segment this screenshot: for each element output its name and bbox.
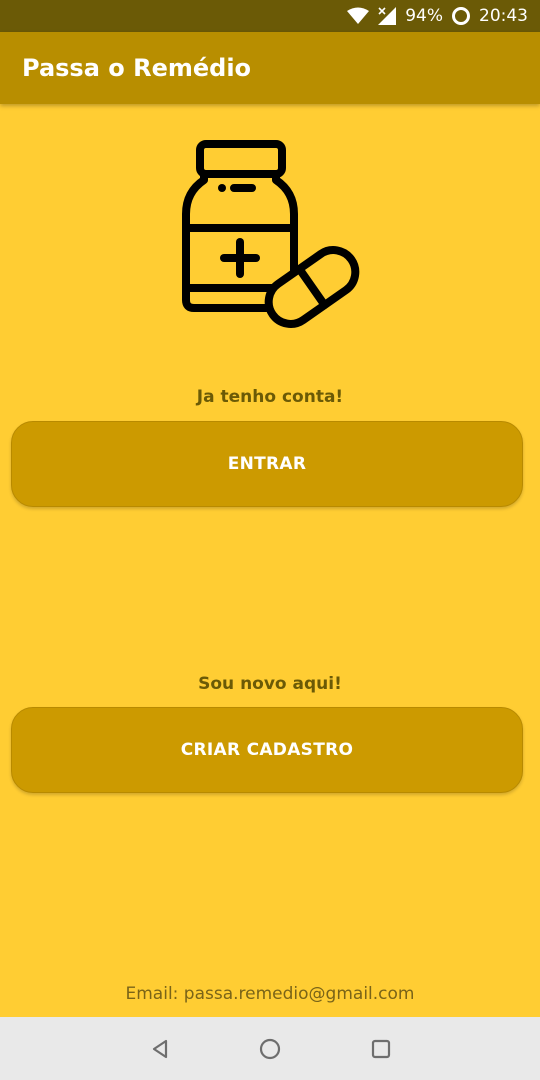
wifi-icon xyxy=(347,7,370,25)
criar-cadastro-button[interactable]: CRIAR CADASTRO xyxy=(11,707,523,793)
signup-section-label: Sou novo aqui! xyxy=(198,674,342,694)
navigation-bar xyxy=(0,1017,540,1080)
battery-icon xyxy=(451,6,471,26)
app-bar: Passa o Remédio xyxy=(0,32,540,104)
home-icon[interactable] xyxy=(258,1037,282,1061)
battery-percent: 94% xyxy=(405,5,443,26)
cell-signal-icon xyxy=(377,6,397,26)
recent-apps-icon[interactable] xyxy=(369,1037,393,1061)
medicine-bottle-pill-icon xyxy=(180,140,360,330)
app-screen: 94% 20:43 Passa o Remédio Ja tenho conta… xyxy=(0,0,540,1080)
back-icon[interactable] xyxy=(148,1037,172,1061)
status-time: 20:43 xyxy=(479,5,528,26)
status-bar: 94% 20:43 xyxy=(0,0,540,32)
entrar-button[interactable]: ENTRAR xyxy=(11,421,523,507)
criar-cadastro-button-label: CRIAR CADASTRO xyxy=(180,740,354,760)
login-section-label: Ja tenho conta! xyxy=(196,387,344,407)
app-title: Passa o Remédio xyxy=(22,54,252,82)
footer-email: Email: passa.remedio@gmail.com xyxy=(125,984,415,1004)
entrar-button-label: ENTRAR xyxy=(227,454,307,474)
